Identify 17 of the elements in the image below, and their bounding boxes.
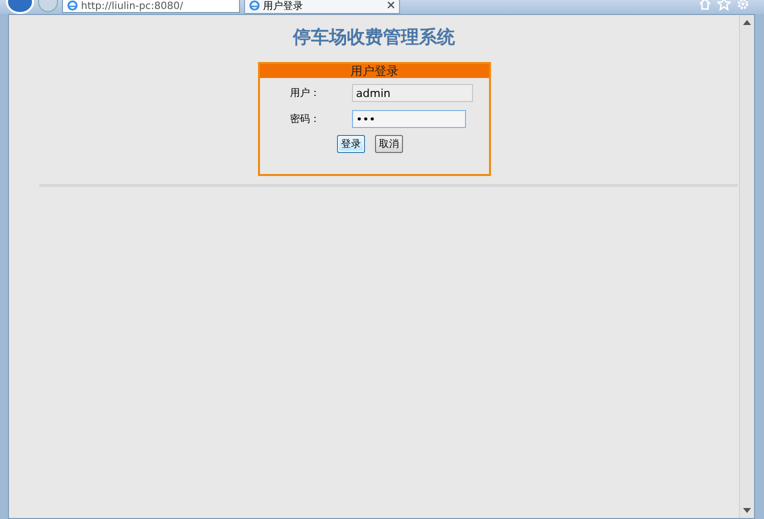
browser-icon xyxy=(67,0,78,11)
page-title: 停车场收费管理系统 xyxy=(292,26,456,50)
cancel-button[interactable]: 取消 xyxy=(375,135,403,153)
browser-icon xyxy=(249,0,260,11)
settings-icon[interactable] xyxy=(736,0,750,11)
home-icon[interactable] xyxy=(698,0,712,11)
login-button[interactable]: 登录 xyxy=(337,135,365,153)
vertical-scrollbar[interactable] xyxy=(739,15,754,518)
browser-tab[interactable]: 用户登录 xyxy=(244,0,400,14)
input-field[interactable]: admin xyxy=(352,84,473,102)
star-icon[interactable] xyxy=(717,0,731,11)
login-panel-header: 用户登录 xyxy=(260,64,489,78)
close-icon[interactable] xyxy=(387,1,395,9)
field-label: 密码： xyxy=(289,112,321,126)
input-field[interactable]: ••• xyxy=(352,110,466,128)
field-label: 用户： xyxy=(289,86,321,100)
address-bar[interactable]: http://liulin-pc:8080/ xyxy=(62,0,240,13)
